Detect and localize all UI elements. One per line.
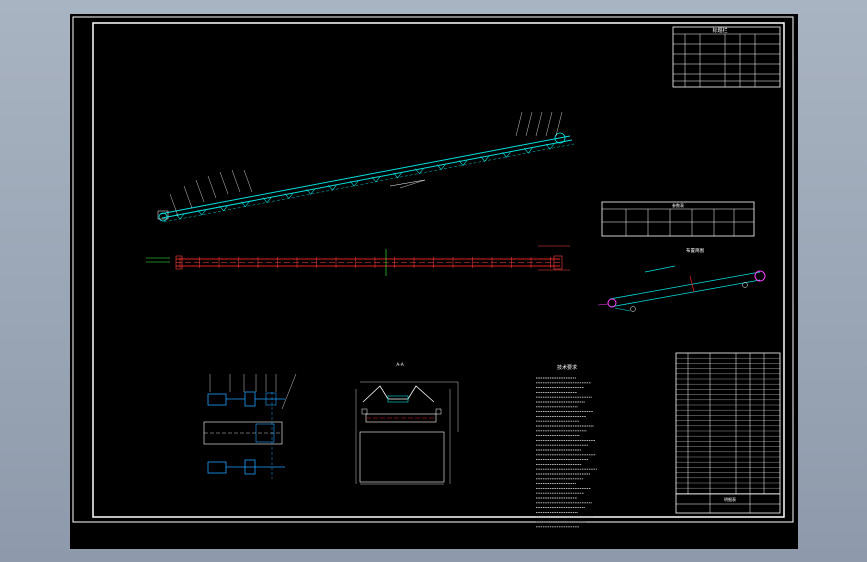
technical-notes: 技术要求 bbox=[557, 364, 577, 371]
drawing-sheet: 标题栏 参数表 布置简图 明细表 A-A 技术要求 bbox=[72, 16, 794, 528]
leader-callout-icon bbox=[231, 169, 241, 193]
drive-pulley-icon bbox=[607, 298, 617, 308]
motor-icon bbox=[207, 393, 227, 406]
leader-callout-icon bbox=[243, 169, 253, 193]
motor-icon bbox=[207, 461, 227, 474]
leader-callout-icon bbox=[535, 111, 543, 137]
head-pulley-icon bbox=[754, 270, 766, 282]
layout-diagram: 布置简图 bbox=[597, 247, 766, 312]
leader-callout-icon bbox=[169, 193, 179, 217]
leader-callout-icon bbox=[183, 185, 193, 209]
leader-callout-icon bbox=[219, 171, 229, 195]
section-caption: A-A bbox=[396, 362, 405, 368]
notes-lines bbox=[536, 377, 597, 528]
parameter-table-heading: 参数表 bbox=[672, 202, 684, 208]
layout-diagram-caption: 布置简图 bbox=[686, 247, 704, 254]
title-block-heading: 标题栏 bbox=[712, 27, 727, 34]
idler-set bbox=[175, 143, 555, 220]
leader-callout-icon bbox=[195, 179, 205, 203]
drive-arrangement bbox=[203, 373, 297, 479]
cad-viewport[interactable]: 标题栏 参数表 布置简图 明细表 A-A 技术要求 bbox=[70, 14, 798, 549]
leader-callout-icon bbox=[545, 111, 553, 137]
parts-list: 明细表 bbox=[675, 352, 781, 514]
parts-list-heading: 明细表 bbox=[724, 496, 736, 502]
parameter-table: 参数表 bbox=[601, 201, 755, 237]
leader-callout-icon bbox=[207, 175, 217, 199]
inner-border bbox=[92, 22, 785, 518]
leader-callout-icon bbox=[555, 111, 563, 137]
title-block-top: 标题栏 bbox=[672, 26, 781, 88]
outer-border bbox=[72, 16, 794, 523]
parts-list-rows bbox=[676, 358, 780, 494]
leader-callout-icon bbox=[515, 111, 523, 137]
notes-heading: 技术要求 bbox=[557, 364, 577, 371]
leader-callouts bbox=[169, 111, 563, 217]
leader-callout-icon bbox=[525, 111, 533, 137]
conveyor-elevation bbox=[157, 132, 575, 223]
section-view: A-A bbox=[355, 362, 459, 485]
plan-view bbox=[146, 245, 570, 276]
